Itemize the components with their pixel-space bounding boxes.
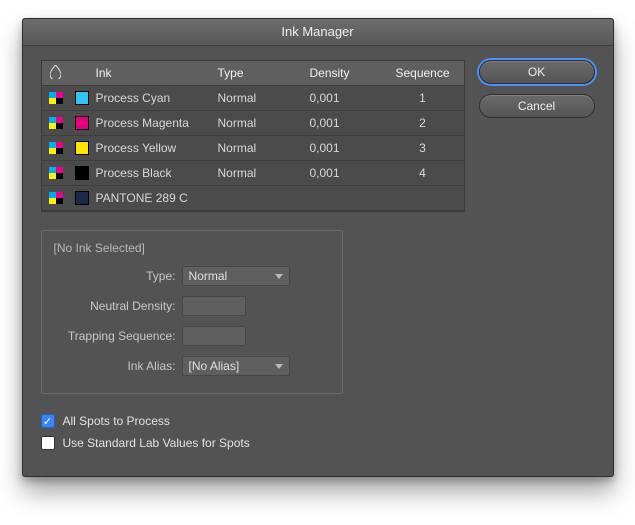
table-header: Ink Type Density Sequence bbox=[42, 61, 464, 86]
cancel-button[interactable]: Cancel bbox=[479, 94, 595, 118]
table-row[interactable]: Process BlackNormal0,0014 bbox=[42, 161, 464, 186]
header-ink[interactable]: Ink bbox=[94, 66, 218, 80]
table-row[interactable]: Process MagentaNormal0,0012 bbox=[42, 111, 464, 136]
ink-type: Normal bbox=[218, 166, 310, 180]
ink-manager-dialog: Ink Manager Ink Type Density Sequence Pr… bbox=[22, 18, 614, 477]
ink-name: Process Magenta bbox=[94, 116, 218, 130]
ink-name: Process Black bbox=[94, 166, 218, 180]
ink-sequence: 4 bbox=[382, 166, 464, 180]
cmyk-icon bbox=[42, 117, 70, 129]
ink-swatch bbox=[70, 141, 94, 155]
detail-legend: [No Ink Selected] bbox=[54, 241, 330, 255]
all-spots-label: All Spots to Process bbox=[63, 414, 170, 428]
lab-values-label: Use Standard Lab Values for Spots bbox=[63, 436, 250, 450]
inks-table: Ink Type Density Sequence Process CyanNo… bbox=[41, 60, 465, 212]
droplet-icon bbox=[42, 65, 70, 82]
dialog-title: Ink Manager bbox=[23, 19, 613, 46]
all-spots-checkbox[interactable]: ✓ bbox=[41, 414, 55, 428]
lab-values-checkbox[interactable] bbox=[41, 436, 55, 450]
ink-name: Process Yellow bbox=[94, 141, 218, 155]
header-type[interactable]: Type bbox=[218, 66, 310, 80]
ink-swatch bbox=[70, 116, 94, 130]
table-row[interactable]: Process YellowNormal0,0013 bbox=[42, 136, 464, 161]
table-row[interactable]: PANTONE 289 C bbox=[42, 186, 464, 211]
type-label: Type: bbox=[54, 269, 182, 283]
chevron-down-icon bbox=[275, 364, 283, 369]
ink-detail-group: [No Ink Selected] Type: Normal Neutral D… bbox=[41, 230, 343, 394]
ink-density: 0,001 bbox=[310, 116, 382, 130]
cmyk-icon bbox=[42, 92, 70, 104]
ink-swatch bbox=[70, 191, 94, 205]
ink-swatch bbox=[70, 91, 94, 105]
ink-type: Normal bbox=[218, 141, 310, 155]
ink-density: 0,001 bbox=[310, 91, 382, 105]
ink-sequence: 3 bbox=[382, 141, 464, 155]
ink-alias-select[interactable]: [No Alias] bbox=[182, 356, 290, 376]
table-row[interactable]: Process CyanNormal0,0011 bbox=[42, 86, 464, 111]
header-sequence[interactable]: Sequence bbox=[382, 66, 464, 80]
ink-density: 0,001 bbox=[310, 166, 382, 180]
ink-sequence: 1 bbox=[382, 91, 464, 105]
ink-type: Normal bbox=[218, 91, 310, 105]
chevron-down-icon bbox=[275, 274, 283, 279]
cmyk-icon bbox=[42, 192, 70, 204]
trapping-sequence-label: Trapping Sequence: bbox=[54, 329, 182, 343]
type-select[interactable]: Normal bbox=[182, 266, 290, 286]
ink-type: Normal bbox=[218, 116, 310, 130]
header-density[interactable]: Density bbox=[310, 66, 382, 80]
ink-swatch bbox=[70, 166, 94, 180]
cmyk-icon bbox=[42, 167, 70, 179]
ok-button[interactable]: OK bbox=[479, 60, 595, 84]
ink-name: PANTONE 289 C bbox=[94, 191, 218, 205]
ink-density: 0,001 bbox=[310, 141, 382, 155]
neutral-density-label: Neutral Density: bbox=[54, 299, 182, 313]
ink-sequence: 2 bbox=[382, 116, 464, 130]
ink-name: Process Cyan bbox=[94, 91, 218, 105]
ink-alias-label: Ink Alias: bbox=[54, 359, 182, 373]
neutral-density-input[interactable] bbox=[182, 296, 246, 316]
cmyk-icon bbox=[42, 142, 70, 154]
trapping-sequence-input[interactable] bbox=[182, 326, 246, 346]
